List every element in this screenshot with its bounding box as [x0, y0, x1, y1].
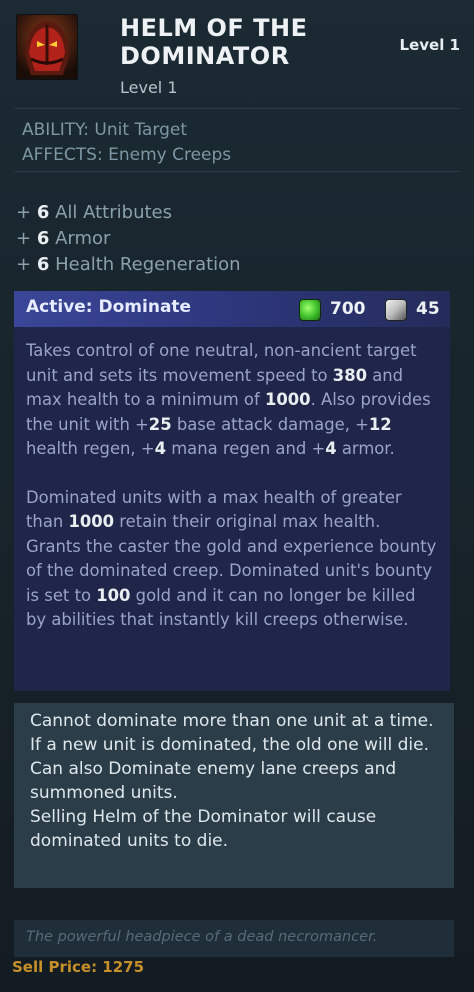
- divider: [14, 108, 460, 109]
- note-item: Can also Dominate enemy lane creeps and …: [30, 759, 397, 803]
- attribute-label: All Attributes: [55, 202, 172, 223]
- attribute-value: 6: [36, 254, 50, 275]
- notes-list: Cannot dominate more than one unit at a …: [30, 709, 440, 853]
- helm-icon: [16, 14, 78, 80]
- active-ability-header: Active: Dominate 700 45: [14, 291, 450, 327]
- lore-panel: The powerful headpiece of a dead necroma…: [14, 920, 454, 957]
- attribute-value: 6: [36, 228, 50, 249]
- cooldown-value: 45: [416, 299, 440, 319]
- note-item: Selling Helm of the Dominator will cause…: [30, 807, 377, 851]
- attribute-label: Health Regeneration: [55, 254, 241, 275]
- attribute-row: + 6 Health Regeneration: [16, 252, 241, 278]
- ability-info: ABILITY: Unit Target AFFECTS: Enemy Cree…: [22, 118, 231, 168]
- item-header: HELM OF THE DOMINATOR Level 1 Level 1: [0, 0, 474, 108]
- attribute-value: 6: [36, 202, 50, 223]
- item-level-label: Level 1: [120, 78, 178, 97]
- plus-sign: +: [16, 228, 32, 249]
- active-ability-description: Takes control of one neutral, non-ancien…: [26, 339, 438, 657]
- plus-sign: +: [16, 202, 32, 223]
- attribute-row: + 6 Armor: [16, 226, 241, 252]
- description-paragraph: Dominated units with a max health of gre…: [26, 487, 437, 630]
- mana-cost-value: 700: [330, 299, 366, 319]
- active-ability-title: Active: Dominate: [26, 297, 192, 317]
- ability-affects: AFFECTS: Enemy Creeps: [22, 145, 232, 165]
- item-title-line1: HELM OF THE: [120, 14, 308, 42]
- attribute-row: + 6 All Attributes: [16, 200, 241, 226]
- active-ability-panel: Active: Dominate 700 45 Takes control of…: [14, 291, 450, 691]
- lore-text: The powerful headpiece of a dead necroma…: [26, 929, 378, 945]
- item-title: HELM OF THE DOMINATOR: [120, 14, 370, 70]
- mana-cost-icon: [299, 299, 321, 321]
- ability-target: ABILITY: Unit Target: [22, 120, 188, 140]
- sell-price: Sell Price: 1275: [12, 958, 145, 976]
- description-paragraph: Takes control of one neutral, non-ancien…: [26, 341, 431, 458]
- attribute-label: Armor: [55, 228, 111, 249]
- item-title-line2: DOMINATOR: [120, 42, 290, 70]
- cooldown-icon: [385, 299, 407, 321]
- level-indicator: Level 1: [399, 36, 460, 54]
- attribute-list: + 6 All Attributes + 6 Armor + 6 Health …: [16, 200, 241, 278]
- notes-panel: Cannot dominate more than one unit at a …: [14, 703, 454, 888]
- plus-sign: +: [16, 254, 32, 275]
- note-item: Cannot dominate more than one unit at a …: [30, 711, 434, 755]
- divider: [14, 171, 460, 172]
